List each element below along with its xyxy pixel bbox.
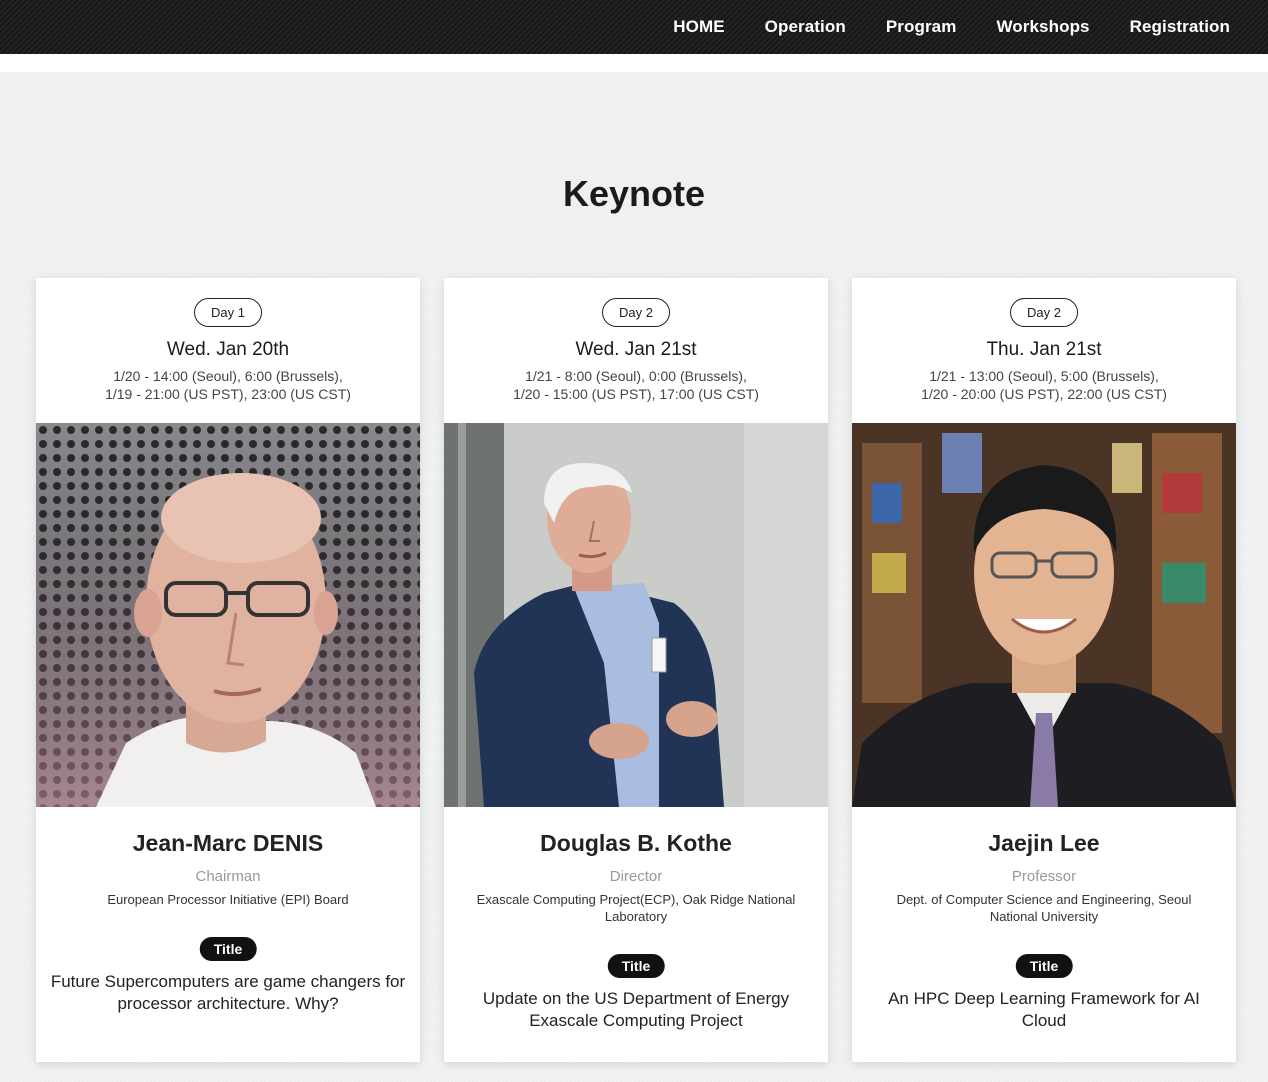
nav-registration[interactable]: Registration [1130, 17, 1230, 37]
top-navbar: HOME Operation Program Workshops Registr… [0, 0, 1268, 54]
header-divider [0, 54, 1268, 72]
speaker-photo [444, 423, 828, 807]
session-time-line: 1/21 - 13:00 (Seoul), 5:00 (Brussels), [929, 368, 1159, 384]
speaker-role: Professor [1011, 868, 1077, 885]
title-badge: Title [199, 937, 257, 961]
speaker-role: Director [609, 868, 663, 885]
keynote-section: Keynote Day 1 Wed. Jan 20th 1/20 - 14:00… [0, 72, 1268, 1082]
talk-title: Future Supercomputers are game changers … [50, 972, 406, 1013]
speaker-role: Chairman [195, 868, 261, 885]
talk-title: Update on the US Department of Energy Ex… [482, 989, 790, 1030]
session-time-line: 1/20 - 14:00 (Seoul), 6:00 (Brussels), [113, 368, 343, 384]
speaker-organization: Dept. of Computer Science and Engineerin… [896, 892, 1192, 924]
nav-operation[interactable]: Operation [765, 17, 846, 37]
session-date: Wed. Jan 21st [575, 339, 697, 360]
speaker-card-1: Day 1 Wed. Jan 20th 1/20 - 14:00 (Seoul)… [36, 278, 420, 1062]
session-times: 1/20 - 14:00 (Seoul), 6:00 (Brussels), 1… [36, 367, 420, 403]
speaker-organization: European Processor Initiative (EPI) Boar… [107, 892, 349, 907]
speaker-card-2: Day 2 Wed. Jan 21st 1/21 - 8:00 (Seoul),… [444, 278, 828, 1062]
session-date: Wed. Jan 20th [166, 339, 290, 360]
day-badge: Day 2 [602, 298, 670, 327]
session-time-line: 1/20 - 20:00 (US PST), 22:00 (US CST) [921, 386, 1167, 402]
talk-title: An HPC Deep Learning Framework for AI Cl… [888, 989, 1200, 1030]
title-badge: Title [607, 954, 665, 978]
speaker-photo [36, 423, 420, 807]
speaker-organization: Exascale Computing Project(ECP), Oak Rid… [476, 892, 796, 924]
nav-home[interactable]: HOME [673, 17, 724, 37]
session-times: 1/21 - 13:00 (Seoul), 5:00 (Brussels), 1… [852, 367, 1236, 403]
day-badge: Day 1 [194, 298, 262, 327]
speaker-card-3: Day 2 Thu. Jan 21st 1/21 - 13:00 (Seoul)… [852, 278, 1236, 1062]
speaker-name: Jaejin Lee [988, 830, 1100, 856]
speaker-name: Douglas B. Kothe [540, 830, 732, 856]
session-time-line: 1/21 - 8:00 (Seoul), 0:00 (Brussels), [525, 368, 747, 384]
session-times: 1/21 - 8:00 (Seoul), 0:00 (Brussels), 1/… [444, 367, 828, 403]
session-date: Thu. Jan 21st [986, 339, 1102, 360]
title-badge: Title [1015, 954, 1073, 978]
nav-workshops[interactable]: Workshops [996, 17, 1089, 37]
speaker-name: Jean-Marc DENIS [132, 830, 324, 856]
nav-program[interactable]: Program [886, 17, 957, 37]
speaker-photo [852, 423, 1236, 807]
session-time-line: 1/20 - 15:00 (US PST), 17:00 (US CST) [513, 386, 759, 402]
session-time-line: 1/19 - 21:00 (US PST), 23:00 (US CST) [105, 386, 351, 402]
section-title: Keynote [562, 173, 706, 214]
day-badge: Day 2 [1010, 298, 1078, 327]
